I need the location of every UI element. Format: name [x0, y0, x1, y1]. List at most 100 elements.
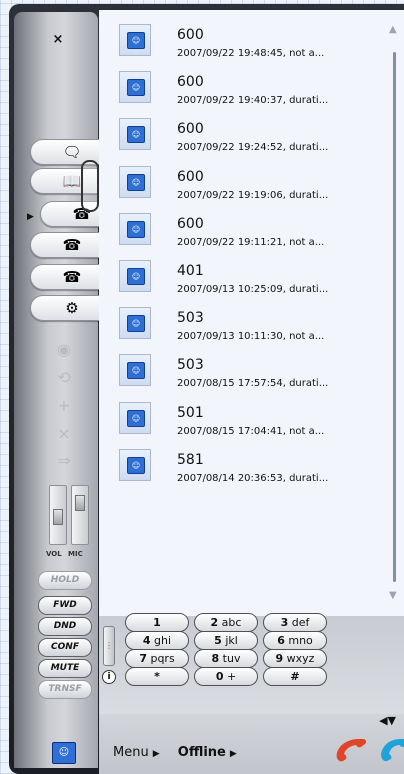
- dial-key-8[interactable]: 8 tuv: [194, 649, 258, 668]
- contact-card-icon: ☺: [119, 259, 151, 292]
- dial-key-star[interactable]: *: [125, 667, 189, 686]
- mic-slider[interactable]: [71, 485, 89, 545]
- contact-face-icon: ☺: [127, 267, 145, 285]
- call-list-item[interactable]: ☺ 600 2007/09/22 19:19:06, durati...: [99, 160, 384, 207]
- dialpad-panel: ⋮ i 1 2 abc 3 def 4 ghi 5 jkl 6 mno 7 pqrs 8 tu…: [99, 613, 404, 714]
- contact-card-icon: ☺: [119, 165, 151, 198]
- call-detail: 2007/09/13 10:25:09, durati...: [177, 283, 329, 295]
- contact-face-icon: ☺: [127, 362, 145, 380]
- call-detail: 2007/08/14 20:36:53, durati...: [177, 472, 329, 484]
- contact-face-icon: ☺: [127, 79, 145, 97]
- hold-button: HOLD: [38, 571, 92, 590]
- fwd-button[interactable]: FWD: [38, 596, 92, 615]
- scroll-up-icon[interactable]: ▲: [389, 24, 397, 35]
- call-list-item[interactable]: ☺ 503 2007/09/13 10:11:30, not a...: [99, 301, 384, 348]
- phone-outgoing-icon: ☎: [62, 268, 82, 286]
- contact-face-icon: ☺: [127, 409, 145, 427]
- hangup-phone-icon[interactable]: [333, 736, 375, 762]
- call-detail: 2007/09/22 19:19:06, durati...: [177, 189, 329, 201]
- call-number: 401: [177, 262, 204, 279]
- contact-card-icon: ☺: [119, 71, 151, 104]
- call-number: 600: [177, 27, 204, 43]
- dial-key-3[interactable]: 3 def: [263, 613, 327, 632]
- call-list-item[interactable]: ☺ 600 2007/09/22 19:48:45, not a...: [99, 18, 384, 65]
- paperclip-icon: [81, 160, 99, 212]
- trnsf-button: TRNSF: [38, 680, 92, 699]
- call-list-item[interactable]: ☺ 501 2007/08/15 17:04:41, not a...: [99, 396, 384, 443]
- selected-tab-indicator-icon: ▶: [27, 212, 34, 222]
- info-button[interactable]: i: [102, 670, 116, 684]
- dnd-button[interactable]: DND: [38, 617, 92, 636]
- dial-key-6[interactable]: 6 mno: [263, 631, 327, 650]
- dial-key-9[interactable]: 9 wxyz: [263, 649, 327, 668]
- conf-button[interactable]: CONF: [38, 638, 92, 657]
- close-button[interactable]: ×: [50, 32, 66, 48]
- cross-icon: ×: [57, 424, 71, 443]
- mute-button[interactable]: MUTE: [38, 659, 92, 678]
- speech-bubble-icon: 🗨: [62, 143, 82, 161]
- nav-arrows[interactable]: ◀▼: [379, 714, 396, 727]
- call-number: 503: [177, 310, 204, 327]
- vol-label: VOL: [46, 550, 62, 558]
- volume-slider-knob[interactable]: [53, 509, 63, 525]
- dial-key-7[interactable]: 7 pqrs: [125, 649, 189, 668]
- answer-phone-icon[interactable]: [379, 736, 404, 762]
- address-book-icon: 📖: [62, 172, 82, 190]
- menu-arrow-icon: ▶: [152, 749, 160, 759]
- call-history-panel: ☺ 600 2007/09/22 19:48:45, not a... ☺ 600 200…: [99, 10, 404, 616]
- phone-incoming-icon: ☎: [62, 236, 82, 254]
- mic-label: MIC: [68, 550, 83, 558]
- scrollbar[interactable]: ▲ ▼: [389, 24, 401, 604]
- forward-icon: ⇒: [57, 451, 71, 470]
- call-history-list: ☺ 600 2007/09/22 19:48:45, not a... ☺ 600 200…: [99, 18, 384, 490]
- call-list-item[interactable]: ☺ 600 2007/09/22 19:40:37, durati...: [99, 65, 384, 112]
- app-logo-icon: ☺: [52, 742, 76, 764]
- arrow-down-icon[interactable]: ▼: [388, 714, 396, 727]
- call-list-item[interactable]: ☺ 503 2007/08/15 17:57:54, durati...: [99, 348, 384, 395]
- arrow-left-icon[interactable]: ◀: [379, 714, 387, 727]
- call-detail: 2007/08/15 17:04:41, not a...: [177, 425, 325, 437]
- call-number: 581: [177, 451, 204, 468]
- dial-key-hash[interactable]: #: [263, 667, 327, 686]
- call-number: 600: [177, 168, 204, 185]
- call-detail: 2007/09/13 10:11:30, not a...: [177, 331, 325, 343]
- call-detail: 2007/09/22 19:48:45, not a...: [177, 48, 325, 59]
- dial-key-0[interactable]: 0 +: [194, 667, 258, 686]
- call-number: 600: [177, 74, 204, 91]
- call-detail: 2007/09/22 19:40:37, durati...: [177, 95, 329, 107]
- dial-key-4[interactable]: 4 ghi: [125, 631, 189, 650]
- scroll-down-icon[interactable]: ▼: [389, 590, 397, 601]
- call-list-item[interactable]: ☺ 600 2007/09/22 19:24:52, durati...: [99, 112, 384, 159]
- contact-card-icon: ☺: [119, 307, 151, 340]
- call-number: 501: [177, 404, 204, 421]
- conference-icon: ⚙: [65, 299, 79, 317]
- plus-icon: +: [57, 396, 71, 415]
- status-button[interactable]: Offline ▶: [178, 745, 237, 760]
- dial-key-2[interactable]: 2 abc: [194, 613, 258, 632]
- contact-card-icon: ☺: [119, 118, 151, 151]
- status-bar: ◀▼ Menu ▶ Offline ▶: [99, 714, 404, 774]
- contact-card-icon: ☺: [119, 354, 151, 387]
- volume-slider[interactable]: [49, 485, 67, 545]
- menu-button[interactable]: Menu ▶: [113, 745, 160, 760]
- drag-handle-icon[interactable]: ⋮: [103, 626, 115, 666]
- call-number: 600: [177, 215, 204, 232]
- call-detail: 2007/08/15 17:57:54, durati...: [177, 378, 329, 390]
- scrollbar-thumb[interactable]: [393, 52, 396, 582]
- contact-face-icon: ☺: [127, 220, 145, 238]
- eye-icon: ◉: [57, 340, 71, 359]
- call-list-item[interactable]: ☺ 581 2007/08/14 20:36:53, durati...: [99, 443, 384, 490]
- contact-face-icon: ☺: [127, 315, 145, 333]
- dial-key-1[interactable]: 1: [125, 613, 189, 632]
- contact-card-icon: ☺: [119, 448, 151, 481]
- contact-face-icon: ☺: [127, 126, 145, 144]
- call-list-item[interactable]: ☺ 600 2007/09/22 19:11:21, not a...: [99, 207, 384, 254]
- dial-key-5[interactable]: 5 jkl: [194, 631, 258, 650]
- contact-face-icon: ☺: [127, 173, 145, 191]
- mic-slider-knob[interactable]: [75, 495, 85, 511]
- call-number: 503: [177, 357, 204, 374]
- contact-card-icon: ☺: [119, 24, 151, 56]
- call-list-item[interactable]: ☺ 401 2007/09/13 10:25:09, durati...: [99, 254, 384, 301]
- call-number: 600: [177, 121, 204, 138]
- refresh-icon: ⟲: [57, 368, 71, 387]
